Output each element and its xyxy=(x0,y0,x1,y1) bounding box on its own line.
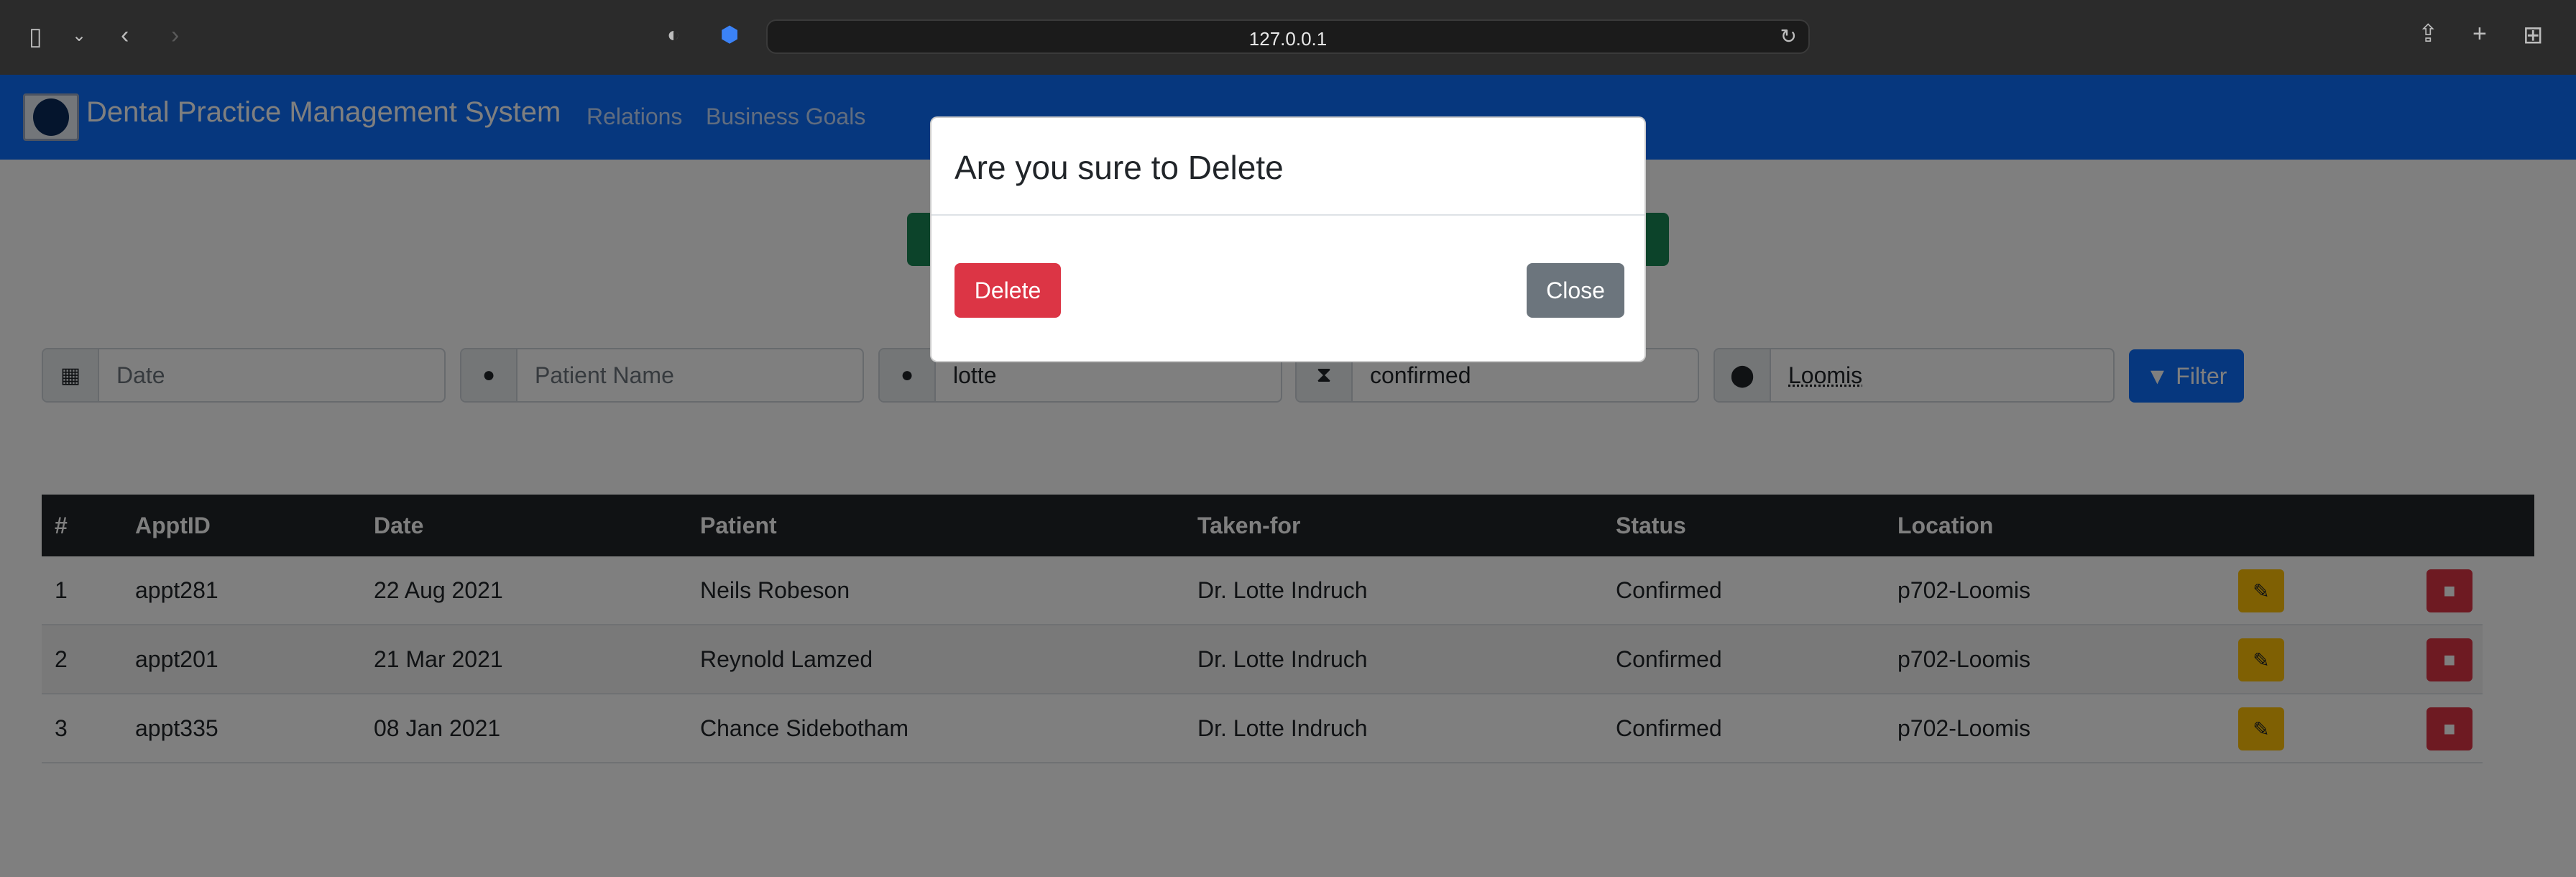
sidebar-icon[interactable]: ▯ xyxy=(29,24,42,49)
close-button[interactable]: Close xyxy=(1527,263,1624,318)
delete-confirm-modal: Are you sure to Delete Delete Close xyxy=(930,116,1646,362)
shield-icon[interactable]: ◐ xyxy=(667,24,680,46)
forward-icon[interactable]: › xyxy=(171,23,179,47)
confirm-delete-button[interactable]: Delete xyxy=(954,263,1061,318)
reload-icon[interactable]: ↻ xyxy=(1780,27,1797,47)
back-icon[interactable]: ‹ xyxy=(121,23,129,47)
url-text: 127.0.0.1 xyxy=(1248,28,1328,50)
extension-icon[interactable]: ⬢ xyxy=(720,24,739,46)
browser-toolbar: ▯ ⌄ ‹ › ◐ ⬢ 127.0.0.1 ↻ ⇪ + ⊞ xyxy=(0,0,2576,75)
modal-header: Are you sure to Delete xyxy=(932,118,1644,216)
new-tab-icon[interactable]: + xyxy=(2472,22,2487,46)
tab-overview-icon[interactable]: ⊞ xyxy=(2523,23,2544,47)
modal-title: Are you sure to Delete xyxy=(954,149,1284,186)
chevron-down-icon[interactable]: ⌄ xyxy=(72,27,86,45)
address-bar[interactable]: 127.0.0.1 ↻ xyxy=(766,19,1810,54)
share-icon[interactable]: ⇪ xyxy=(2418,22,2439,46)
